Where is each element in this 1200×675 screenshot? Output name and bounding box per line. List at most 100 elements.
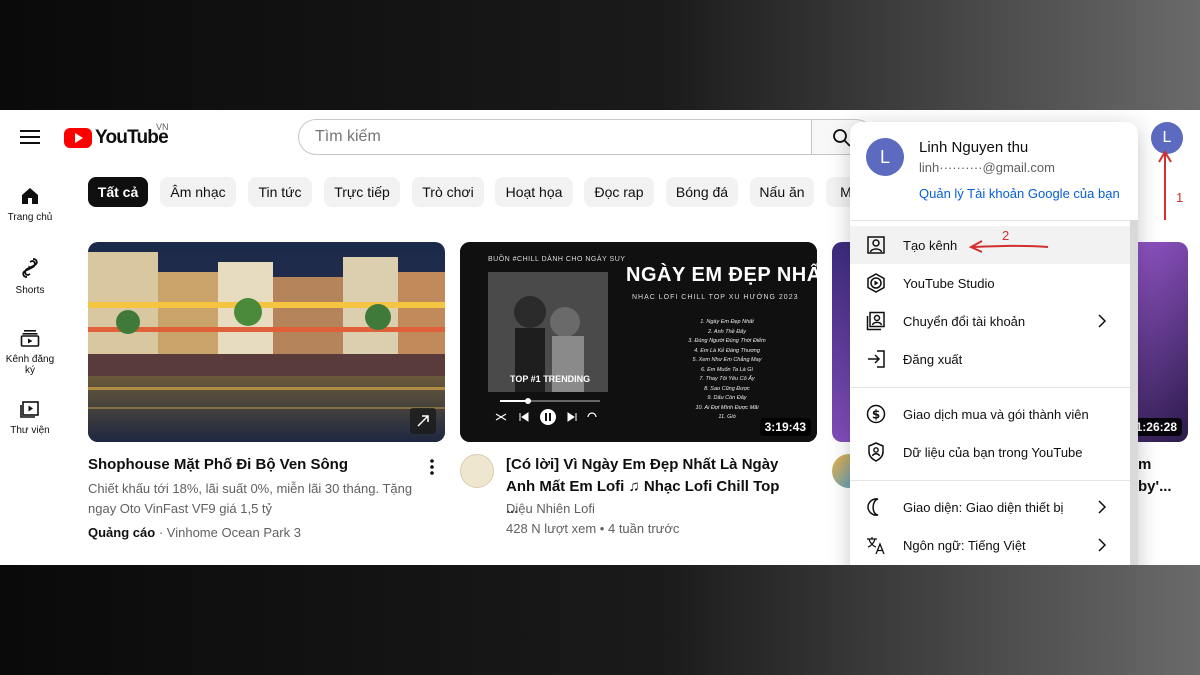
menu-item-purchases[interactable]: $ Giao dịch mua và gói thành viên (850, 395, 1130, 433)
divider (850, 387, 1138, 388)
ad-channel[interactable]: Vinhome Ocean Park 3 (167, 525, 301, 540)
menu-item-youtube-studio[interactable]: YouTube Studio (850, 264, 1130, 302)
purchases-icon: $ (866, 404, 886, 424)
annotation-label-1: 1 (1176, 190, 1184, 205)
chip-rap[interactable]: Đọc rap (584, 177, 654, 207)
chip-music[interactable]: Âm nhạc (160, 177, 236, 207)
home-icon (22, 188, 38, 204)
youtube-play-icon (64, 128, 92, 148)
sidebar-item-library[interactable]: Thư viện (0, 399, 60, 436)
switch-account-icon (866, 311, 885, 331)
video-title[interactable]: Shophouse Mặt Phố Đi Bộ Ven Sông (88, 454, 418, 476)
video-thumbnail[interactable] (88, 242, 445, 442)
manage-google-account-link[interactable]: Quản lý Tài khoản Google của bạn (919, 186, 1120, 201)
track: 2. Anh Thề Đấy (707, 328, 746, 335)
track: 9. Dấu Còn Đây (707, 395, 747, 401)
account-menu: L Linh Nguyen thu linh··········@gmail.c… (850, 122, 1138, 565)
sidebar-item-label: Thư viện (10, 425, 50, 436)
sidebar-item-home[interactable]: Trang chủ (0, 186, 60, 223)
sidebar-item-label: Kênh đăng ký (5, 354, 55, 376)
search-placeholder: Tìm kiếm (315, 128, 381, 145)
chip-news[interactable]: Tin tức (248, 177, 312, 207)
menu-item-label: YouTube Studio (903, 275, 995, 291)
track: 3. Đúng Người Đúng Thời Điểm (688, 338, 766, 344)
youtube-window: YouTube VN Tìm kiếm L Trang chủ Shorts K… (0, 110, 1200, 565)
studio-icon (867, 273, 885, 293)
chevron-right-icon (1098, 314, 1107, 328)
separator-dot: · (158, 525, 164, 540)
annotation-label-2: 2 (1002, 228, 1010, 243)
search-input[interactable]: Tìm kiếm (298, 119, 812, 155)
youtube-logo[interactable]: YouTube (64, 126, 169, 150)
chip-animation[interactable]: Hoạt họa (495, 177, 573, 207)
menu-avatar: L (866, 138, 904, 176)
duration-badge: 1:26:28 (1130, 418, 1182, 436)
ad-description: Chiết khấu tới 18%, lãi suất 0%, miễn lã… (88, 481, 413, 516)
track: 8. Sao Cũng Được (704, 385, 750, 392)
menu-scrollbar[interactable] (1130, 220, 1138, 565)
more-options-icon[interactable] (428, 458, 436, 476)
menu-item-label: Giao dịch mua và gói thành viên (903, 406, 1089, 422)
chip-live[interactable]: Trực tiếp (324, 177, 400, 207)
sidebar-item-shorts[interactable]: Shorts (0, 257, 60, 296)
menu-item-label: Dữ liệu của bạn trong YouTube (903, 444, 1083, 460)
track: 4. Em Là Kẻ Đáng Thương (694, 347, 760, 354)
divider (850, 220, 1138, 221)
menu-item-language[interactable]: Ngôn ngữ: Tiếng Việt (850, 526, 1130, 564)
menu-item-label: Chuyển đổi tài khoản (903, 313, 1026, 329)
language-icon (867, 537, 885, 555)
video-title-fragment-2: by'... (1138, 478, 1172, 495)
thumb-headline: NGÀY EM ĐẸP NHẤT (626, 264, 817, 286)
sidebar-item-label: Trang chủ (7, 212, 53, 223)
menu-item-label: Ngôn ngữ: Tiếng Việt (903, 537, 1026, 553)
chip-gaming[interactable]: Trò chơi (412, 177, 484, 207)
menu-item-your-data[interactable]: Dữ liệu của bạn trong YouTube (850, 433, 1130, 471)
video-stats: 428 N lượt xem • 4 tuần trước (506, 521, 680, 536)
track: 5. Xem Như Em Chẳng May (692, 357, 762, 363)
create-channel-icon (867, 236, 885, 254)
chip-all[interactable]: Tất cả (88, 177, 148, 207)
menu-item-appearance[interactable]: Giao diện: Giao diện thiết bị (850, 488, 1130, 526)
region-code: VN (156, 122, 169, 132)
chip-football[interactable]: Bóng đá (666, 177, 738, 207)
menu-item-label: Giao diện: Giao diện thiết bị (903, 499, 1064, 515)
track: 1. Ngày Em Đẹp Nhất (700, 319, 754, 325)
menu-item-label: Đăng xuất (903, 351, 963, 367)
backdrop-band (0, 565, 1200, 675)
svg-text:$: $ (872, 408, 880, 422)
your-data-icon (868, 442, 884, 462)
divider (850, 480, 1138, 481)
search-icon (833, 129, 851, 147)
sidebar-item-label: Shorts (15, 285, 45, 296)
menu-item-label: Tạo kênh (903, 237, 958, 253)
annotation-arrow-1 (1158, 150, 1172, 220)
menu-item-switch-account[interactable]: Chuyển đổi tài khoản (850, 302, 1130, 340)
subscriptions-icon (20, 330, 40, 347)
thumb-tracklist: 1. Ngày Em Đẹp Nhất 2. Anh Thề Đấy 3. Đú… (672, 318, 782, 423)
duration-badge: 3:19:43 (759, 418, 811, 436)
channel-avatar[interactable] (460, 454, 494, 488)
ad-badge: Quảng cáo (88, 525, 156, 540)
video-thumbnail[interactable]: BUỒN #CHILL DÀNH CHO NGÀY SUY NGÀY EM ĐẸ… (460, 242, 817, 442)
thumb-badge: TOP #1 TRENDING (510, 374, 591, 384)
track: 6. Em Muốn Ta Là Gì (700, 366, 754, 373)
track: 7. Thay Tôi Yêu Cô Ấy (699, 376, 755, 382)
account-email: linh··········@gmail.com (919, 160, 1055, 175)
sign-out-icon (868, 350, 885, 368)
library-icon (20, 401, 39, 418)
chevron-right-icon (1098, 500, 1107, 514)
menu-icon[interactable] (20, 127, 40, 147)
ad-attribution: Quảng cáo · Vinhome Ocean Park 3 (88, 523, 301, 543)
video-title-fragment[interactable]: m (1138, 454, 1151, 476)
account-name: Linh Nguyen thu (919, 139, 1029, 156)
chevron-right-icon (1098, 538, 1107, 552)
thumb-caption: BUỒN #CHILL DÀNH CHO NGÀY SUY (488, 256, 626, 263)
channel-name[interactable]: Diệu Nhiên Lofi (506, 499, 595, 519)
thumbnail-image (88, 242, 445, 442)
sidebar-item-subscriptions[interactable]: Kênh đăng ký (0, 328, 60, 376)
chip-cooking[interactable]: Nấu ăn (750, 177, 814, 207)
thumb-subline: NHẠC LOFI CHILL TOP XU HƯỚNG 2023 (632, 294, 799, 301)
track: 10. Ai Đợi Mình Được Mãi (695, 404, 759, 411)
shorts-icon (22, 258, 38, 278)
menu-item-sign-out[interactable]: Đăng xuất (850, 340, 1130, 378)
